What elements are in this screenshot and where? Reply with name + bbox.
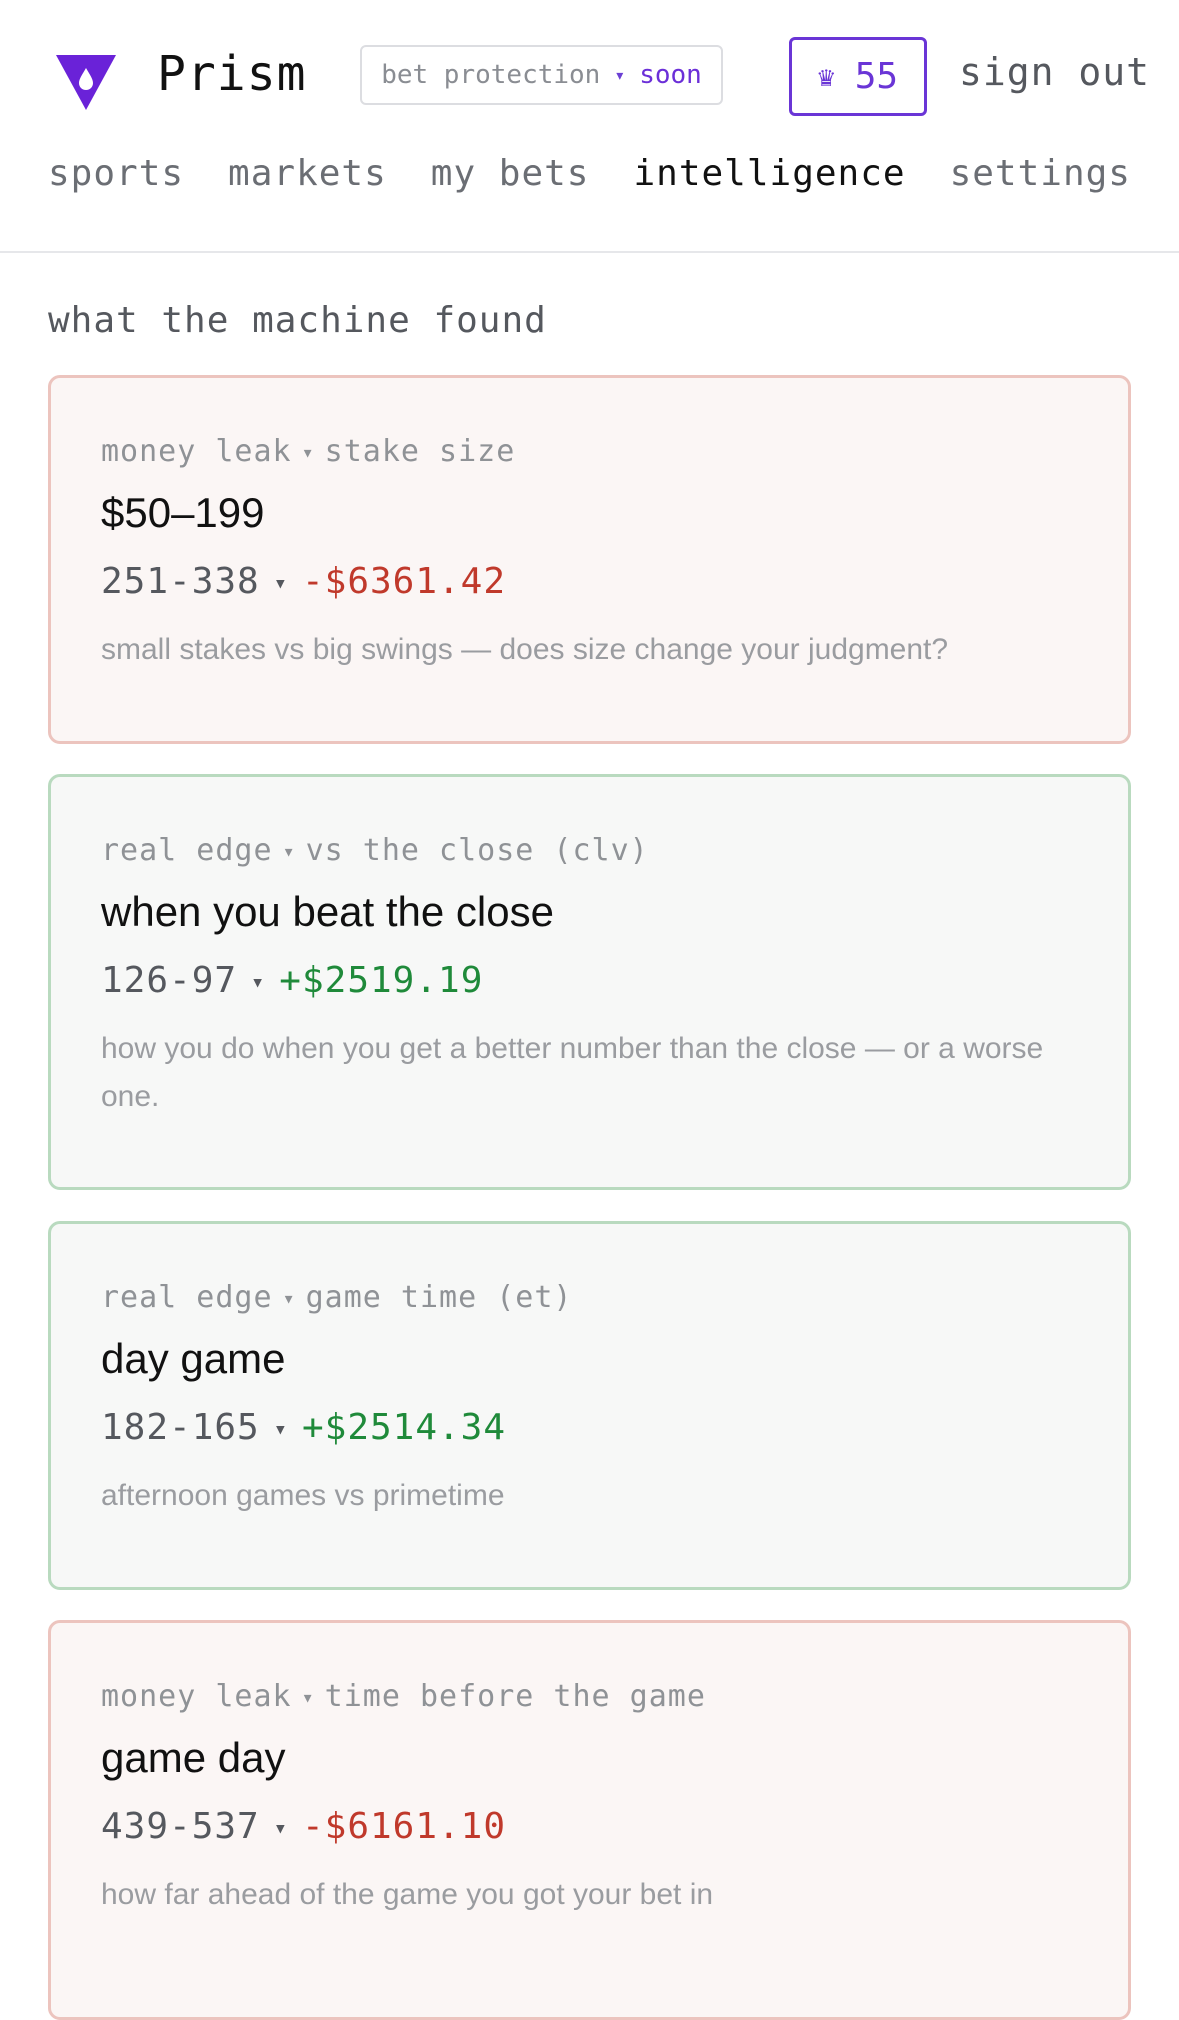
card-description: afternoon games vs primetime <box>101 1479 505 1512</box>
separator-icon: ▾ <box>614 64 626 86</box>
card-pnl: -$6361.42 <box>301 561 507 602</box>
separator-icon: ▾ <box>273 1816 288 1841</box>
separator-icon: ▾ <box>273 1417 288 1442</box>
card-category: vs the close (clv) <box>305 833 649 868</box>
card-pnl: -$6161.10 <box>301 1806 507 1847</box>
card-stats: 126-97 ▾ +$2519.19 <box>101 960 1078 1001</box>
separator-icon: ▾ <box>251 970 266 995</box>
card-pnl: +$2519.19 <box>279 960 484 1001</box>
credits-button[interactable]: ♛ 55 <box>789 37 927 116</box>
prism-logo-icon <box>56 55 116 110</box>
card-pnl: +$2514.34 <box>301 1407 507 1448</box>
tab-settings[interactable]: settings <box>950 153 1131 194</box>
card-description: small stakes vs big swings — does size c… <box>101 633 949 666</box>
main-nav: sports markets my bets intelligence sett… <box>48 153 1131 194</box>
separator-icon: ▾ <box>301 1685 315 1709</box>
separator-icon: ▾ <box>282 1286 296 1310</box>
tab-markets[interactable]: markets <box>228 153 387 194</box>
card-category: game time (et) <box>305 1280 573 1315</box>
card-stats: 251-338 ▾ -$6361.42 <box>101 561 1078 602</box>
separator-icon: ▾ <box>282 839 296 863</box>
card-description: how you do when you get a better number … <box>101 1032 1044 1113</box>
card-kicker: money leak ▾ stake size <box>101 434 1078 469</box>
card-stats: 439-537 ▾ -$6161.10 <box>101 1806 1078 1847</box>
card-stats: 182-165 ▾ +$2514.34 <box>101 1407 1078 1448</box>
crown-icon: ♛ <box>817 60 835 93</box>
insight-card[interactable]: real edge ▾ vs the close (clv) when you be… <box>48 774 1131 1190</box>
card-kind: real edge <box>101 833 273 868</box>
brand-name: Prism <box>157 46 307 102</box>
card-kicker: money leak ▾ time before the game <box>101 1679 1078 1714</box>
card-title: $50–199 <box>101 489 265 536</box>
bet-protection-badge[interactable]: bet protection ▾ soon <box>360 45 723 105</box>
sign-out-link[interactable]: sign out <box>959 50 1150 94</box>
card-kind: money leak <box>101 434 292 469</box>
card-title: day game <box>101 1335 286 1382</box>
card-record: 251-338 <box>101 561 260 602</box>
card-record: 126-97 <box>101 960 238 1001</box>
card-kind: money leak <box>101 1679 292 1714</box>
separator-icon: ▾ <box>273 571 288 596</box>
card-kind: real edge <box>101 1280 273 1315</box>
credits-count: 55 <box>854 56 899 97</box>
app-header: Prism bet protection ▾ soon ♛ 55 sign ou… <box>0 0 1179 253</box>
card-category: time before the game <box>324 1679 706 1714</box>
card-description: how far ahead of the game you got your b… <box>101 1878 714 1911</box>
section-title: what the machine found <box>48 300 547 341</box>
separator-icon: ▾ <box>301 440 315 464</box>
tab-intelligence[interactable]: intelligence <box>633 153 905 194</box>
tab-sports[interactable]: sports <box>48 153 184 194</box>
insight-card[interactable]: money leak ▾ time before the game game day… <box>48 1620 1131 2020</box>
card-title: when you beat the close <box>101 888 554 935</box>
tab-my-bets[interactable]: my bets <box>431 153 590 194</box>
soon-status: soon <box>639 60 702 90</box>
card-kicker: real edge ▾ vs the close (clv) <box>101 833 1078 868</box>
card-title: game day <box>101 1734 286 1781</box>
card-kicker: real edge ▾ game time (et) <box>101 1280 1078 1315</box>
card-category: stake size <box>324 434 516 469</box>
insight-card[interactable]: real edge ▾ game time (et) day game 182-16… <box>48 1221 1131 1590</box>
bet-protection-label: bet protection <box>381 60 601 90</box>
insight-card[interactable]: money leak ▾ stake size $50–199 251-338 ▾ -$… <box>48 375 1131 744</box>
card-record: 182-165 <box>101 1407 260 1448</box>
card-record: 439-537 <box>101 1806 260 1847</box>
